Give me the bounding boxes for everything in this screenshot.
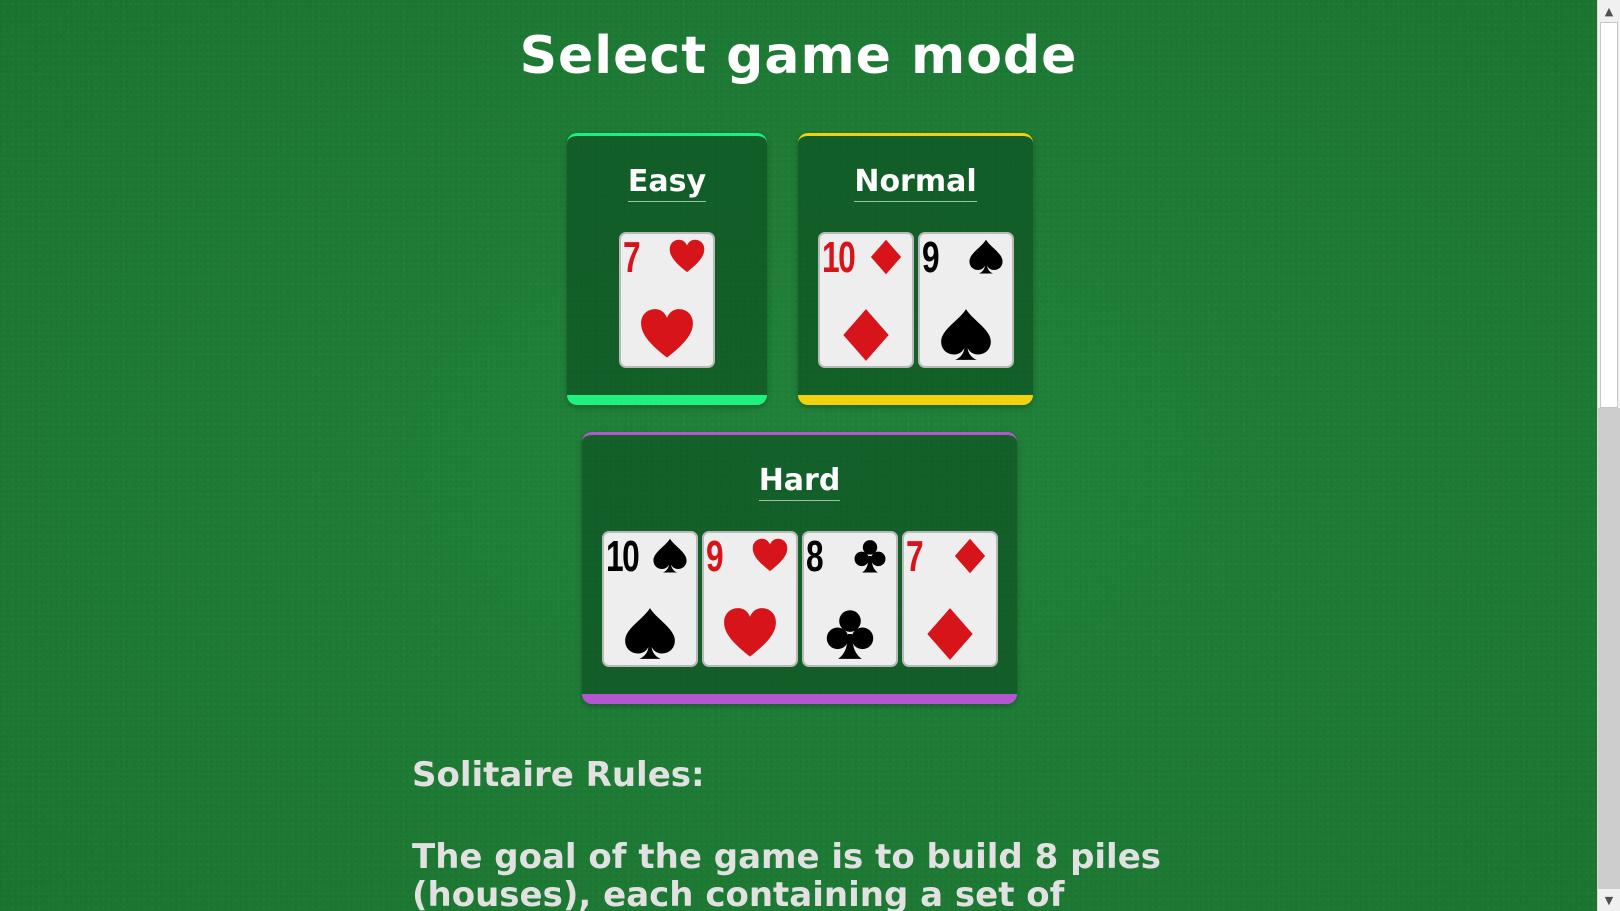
card-rank: 9 — [921, 233, 940, 282]
card-rank: 10 — [821, 233, 856, 282]
playing-card: 7 — [901, 531, 998, 667]
heart-icon — [640, 308, 694, 362]
playing-card: 10 — [817, 232, 914, 368]
card-rank: 7 — [905, 532, 924, 581]
playing-card: 9 — [701, 531, 798, 667]
card-rank: 9 — [705, 532, 724, 581]
card-rank: 8 — [805, 532, 824, 581]
hard-mode-cards: 10 9 8 7 — [582, 531, 1017, 667]
scrollbar-track[interactable] — [1598, 408, 1620, 889]
heart-icon — [669, 239, 705, 275]
vertical-scrollbar[interactable]: ▲ ▼ — [1597, 0, 1620, 911]
diamond-icon — [952, 538, 988, 574]
normal-mode-cards: 10 9 — [798, 232, 1033, 368]
easy-mode-label: Easy — [627, 164, 707, 202]
diamond-icon — [868, 239, 904, 275]
page-title: Select game mode — [519, 26, 1078, 86]
diamond-icon — [839, 308, 893, 362]
card-rank: 10 — [605, 532, 640, 581]
rules-title: Solitaire Rules: — [412, 755, 705, 795]
spade-icon — [623, 607, 677, 661]
playing-card: 7 — [619, 232, 715, 368]
rules-text: The goal of the game is to build 8 piles… — [412, 837, 1162, 911]
scrollbar-thumb[interactable] — [1600, 22, 1618, 408]
club-icon — [852, 538, 888, 574]
spade-icon — [939, 308, 993, 362]
easy-mode-cards: 7 — [567, 232, 767, 368]
playing-card: 10 — [601, 531, 698, 667]
spade-icon — [968, 239, 1004, 275]
game-viewport: Select game mode Easy 7 Normal 10 9 Hard … — [0, 0, 1597, 911]
hard-mode-label: Hard — [758, 463, 841, 501]
easy-mode-button[interactable]: Easy 7 — [567, 133, 767, 405]
playing-card: 8 — [801, 531, 898, 667]
scroll-up-arrow-icon[interactable]: ▲ — [1598, 0, 1620, 22]
scroll-down-arrow-icon[interactable]: ▼ — [1598, 889, 1620, 911]
normal-mode-label: Normal — [854, 164, 977, 202]
spade-icon — [652, 538, 688, 574]
playing-card: 9 — [917, 232, 1014, 368]
club-icon — [823, 607, 877, 661]
heart-icon — [752, 538, 788, 574]
hard-mode-button[interactable]: Hard 10 9 8 7 — [582, 432, 1017, 704]
heart-icon — [723, 607, 777, 661]
normal-mode-button[interactable]: Normal 10 9 — [798, 133, 1033, 405]
card-rank: 7 — [623, 233, 641, 282]
diamond-icon — [923, 607, 977, 661]
